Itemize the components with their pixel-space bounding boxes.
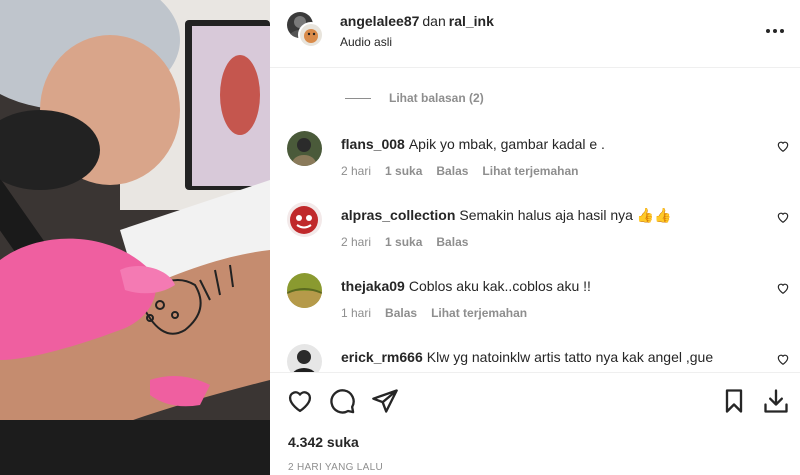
heart-icon[interactable] — [286, 387, 314, 415]
list-item: thejaka09 Coblos aku kak..coblos aku !! 1… — [270, 273, 800, 333]
heart-icon[interactable] — [776, 210, 790, 224]
divider — [345, 97, 371, 99]
avatar[interactable] — [287, 202, 322, 237]
view-replies-button[interactable]: Lihat balasan (2) — [345, 91, 484, 105]
view-replies-label: Lihat balasan (2) — [389, 91, 484, 105]
share-icon[interactable] — [371, 387, 399, 415]
comment-time: 2 hari — [341, 164, 372, 178]
comment-body: Apik yo mbak, gambar kadal e . — [408, 136, 605, 152]
author-joiner: dan — [422, 13, 446, 29]
list-item: alpras_collection Semakin halus aja hasil… — [270, 202, 800, 262]
avatar[interactable] — [298, 22, 324, 48]
post-date: 2 HARI YANG LALU — [288, 462, 384, 473]
comment-username[interactable]: erick_rm666 — [341, 349, 423, 365]
more-icon[interactable] — [766, 22, 784, 40]
comment-username[interactable]: alpras_collection — [341, 207, 455, 223]
translate-button[interactable]: Lihat terjemahan — [431, 306, 527, 320]
comment-body: Klw yg natoinklw artis tatto nya kak ang… — [426, 349, 714, 365]
post-authors: angelalee87 dan ral_ink — [340, 13, 494, 29]
like-count[interactable]: 4.342 suka — [288, 434, 359, 450]
comment-text: erick_rm666 Klw yg natoinklw artis tatto … — [341, 348, 761, 366]
comment-text: flans_008 Apik yo mbak, gambar kadal e . — [341, 135, 761, 153]
post-panel: angelalee87 dan ral_ink Audio asli Lihat b… — [270, 0, 800, 475]
list-item: erick_rm666 Klw yg natoinklw artis tatto … — [270, 344, 800, 372]
avatar[interactable] — [287, 273, 322, 308]
post-media[interactable] — [0, 0, 270, 475]
author-username[interactable]: angelalee87 — [340, 13, 419, 29]
avatar[interactable] — [287, 344, 322, 372]
comment-icon[interactable] — [328, 387, 356, 415]
comment-body: Semakin halus aja hasil nya 👍👍 — [459, 207, 672, 223]
post-actions — [270, 372, 800, 422]
tattoo-video-frame — [0, 0, 270, 475]
comment-meta: 2 hari 1 suka Balas — [341, 235, 468, 249]
audio-label[interactable]: Audio asli — [340, 35, 392, 49]
comment-meta: 2 hari 1 suka Balas Lihat terjemahan — [341, 164, 578, 178]
comment-username[interactable]: thejaka09 — [341, 278, 405, 294]
comments-list[interactable]: Lihat balasan (2) flans_008 Apik yo mbak,… — [270, 69, 800, 372]
heart-icon[interactable] — [776, 139, 790, 153]
post-header: angelalee87 dan ral_ink Audio asli — [270, 0, 800, 68]
download-icon[interactable] — [762, 387, 790, 415]
comment-likes[interactable]: 1 suka — [385, 235, 422, 249]
comment-time: 2 hari — [341, 235, 372, 249]
comment-text: thejaka09 Coblos aku kak..coblos aku !! — [341, 277, 761, 295]
reply-button[interactable]: Balas — [436, 164, 468, 178]
reply-button[interactable]: Balas — [436, 235, 468, 249]
comment-meta: 1 hari Balas Lihat terjemahan — [341, 306, 527, 320]
reply-button[interactable]: Balas — [385, 306, 417, 320]
heart-icon[interactable] — [776, 352, 790, 366]
translate-button[interactable]: Lihat terjemahan — [482, 164, 578, 178]
comment-username[interactable]: flans_008 — [341, 136, 405, 152]
coauthor-username[interactable]: ral_ink — [449, 13, 494, 29]
comment-body: Coblos aku kak..coblos aku !! — [408, 278, 591, 294]
list-item: flans_008 Apik yo mbak, gambar kadal e . … — [270, 131, 800, 191]
comment-likes[interactable]: 1 suka — [385, 164, 422, 178]
avatar[interactable] — [287, 131, 322, 166]
heart-icon[interactable] — [776, 281, 790, 295]
comment-time: 1 hari — [341, 306, 372, 320]
comment-text: alpras_collection Semakin halus aja hasil… — [341, 206, 761, 224]
bookmark-icon[interactable] — [720, 387, 748, 415]
